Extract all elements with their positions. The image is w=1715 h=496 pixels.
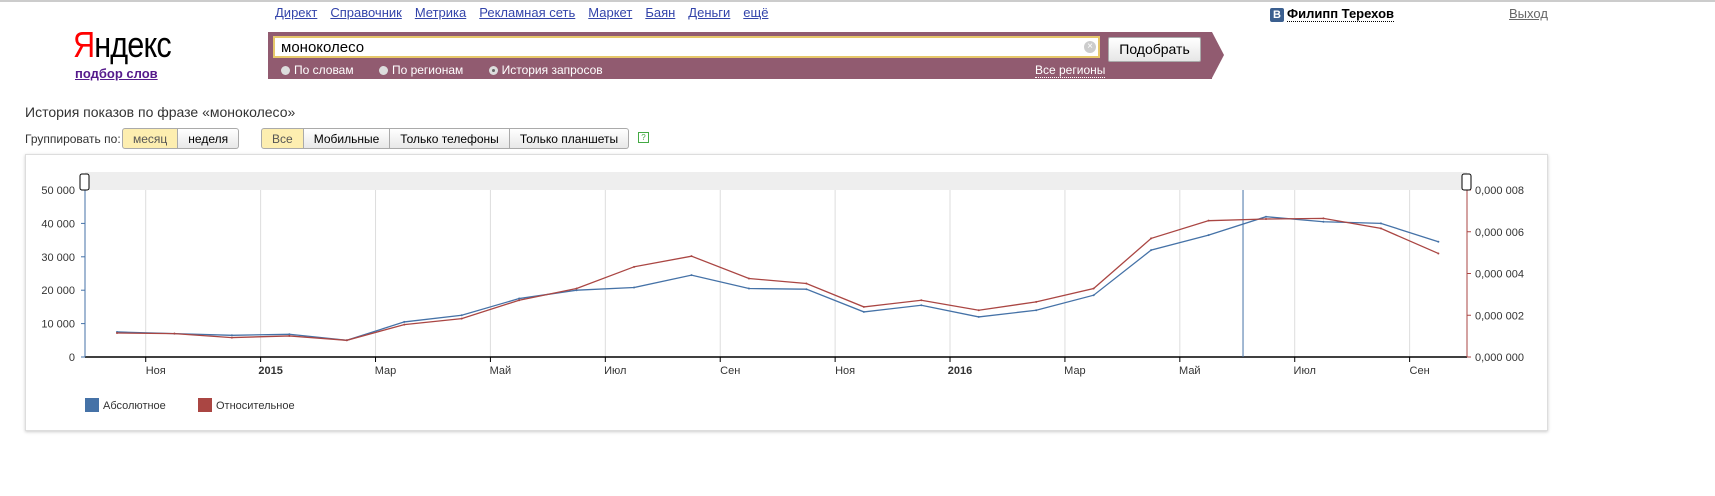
y-left-tick-label: 50 000: [41, 185, 75, 197]
y-left-tick-label: 20 000: [41, 285, 75, 297]
data-point: [1322, 217, 1325, 220]
data-point: [1207, 219, 1210, 222]
data-point: [518, 299, 521, 302]
data-point: [1379, 222, 1382, 225]
navigator-bar[interactable]: [85, 172, 1467, 190]
data-point: [403, 323, 406, 326]
data-point: [1379, 227, 1382, 230]
x-tick-label: Ноя: [835, 365, 855, 377]
x-tick-label: Сен: [1410, 365, 1430, 377]
data-point: [575, 287, 578, 290]
data-point: [690, 274, 693, 277]
history-chart: Ноя 2015 Мар Май Июл Сен Ноя 2016 Мар Май Июл Сен 0 1…: [41, 172, 1524, 412]
data-point: [1437, 252, 1440, 255]
x-tick-label: Май: [490, 365, 512, 377]
series-line-relative: [116, 217, 1439, 341]
navigator-handle-left[interactable]: [79, 173, 90, 191]
y-right-tick-label: 0,000 008: [1475, 185, 1524, 197]
data-point: [805, 282, 808, 285]
y-right-tick-label: 0,000 000: [1475, 352, 1524, 364]
data-point: [1322, 220, 1325, 223]
data-point: [460, 317, 463, 320]
x-tick-label: Мар: [375, 365, 397, 377]
data-point: [1265, 215, 1267, 218]
data-point: [920, 304, 923, 307]
data-point: [230, 334, 233, 337]
data-point: [345, 339, 348, 342]
y-left-tick-label: 40 000: [41, 218, 75, 230]
x-tick-label: Июл: [604, 365, 626, 377]
data-point: [633, 286, 636, 289]
y-left-tick-label: 30 000: [41, 252, 75, 264]
x-tick-label: 2015: [258, 365, 282, 377]
x-tick-label: Июл: [1294, 365, 1316, 377]
data-point: [1150, 237, 1153, 240]
data-point: [1437, 240, 1440, 243]
x-tick-label: 2016: [948, 365, 972, 377]
data-point: [633, 265, 636, 268]
data-point: [862, 310, 865, 313]
x-tick-label: Май: [1179, 365, 1201, 377]
y-left-tick-label: 10 000: [41, 319, 75, 331]
data-point: [460, 314, 463, 317]
data-point: [747, 287, 750, 290]
data-point: [690, 255, 693, 258]
data-point: [116, 331, 118, 334]
data-point: [1092, 287, 1095, 290]
legend-swatch: [198, 398, 212, 412]
navigator-handle-right[interactable]: [1461, 173, 1472, 191]
data-point: [1035, 309, 1038, 312]
x-tick-label: Сен: [720, 365, 740, 377]
legend-swatch: [85, 398, 99, 412]
y-left-tick-label: 0: [69, 352, 75, 364]
data-point: [1035, 300, 1038, 303]
data-point: [977, 309, 980, 312]
data-point: [1207, 234, 1210, 237]
legend-label: Относительное: [216, 400, 295, 412]
data-point: [977, 315, 980, 318]
data-point: [230, 336, 233, 339]
legend-label: Абсолютное: [103, 400, 166, 412]
data-point: [805, 288, 808, 291]
data-point: [920, 299, 923, 302]
data-point: [403, 320, 406, 323]
data-point: [288, 334, 291, 337]
data-point: [862, 305, 865, 308]
data-point: [1150, 249, 1153, 252]
x-tick-label: Мар: [1064, 365, 1086, 377]
data-point: [173, 332, 176, 335]
data-point: [747, 277, 750, 280]
x-tick-label: Ноя: [146, 365, 166, 377]
data-point: [1265, 218, 1267, 221]
data-point: [1092, 294, 1095, 297]
y-right-tick-label: 0,000 002: [1475, 310, 1524, 322]
y-right-tick-label: 0,000 004: [1475, 269, 1524, 281]
series-line-absolute: [116, 216, 1439, 341]
y-right-tick-label: 0,000 006: [1475, 227, 1524, 239]
